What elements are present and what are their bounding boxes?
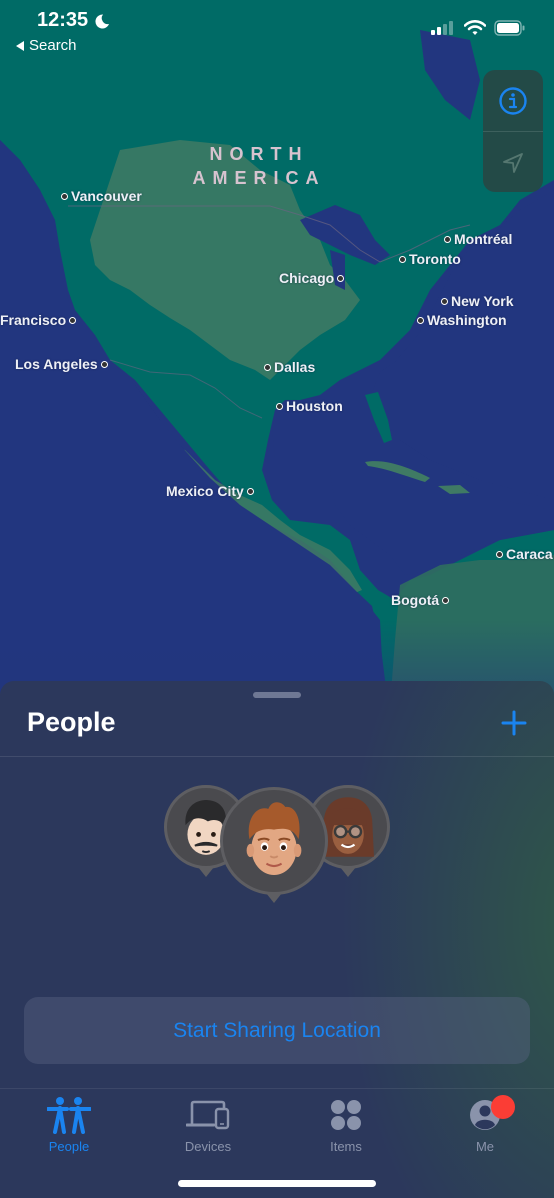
continent-label-line2: AMERICA <box>192 168 326 188</box>
wifi-icon <box>464 20 486 35</box>
city-dot-icon <box>399 255 406 263</box>
city-label: Toronto <box>409 251 461 267</box>
tab-icon-wrap <box>330 1095 362 1135</box>
back-triangle-icon <box>16 40 24 51</box>
city-label: Bogotá <box>391 592 440 608</box>
info-icon <box>499 86 527 115</box>
avatar-pin-selected[interactable] <box>220 787 328 895</box>
info-button[interactable] <box>483 70 543 131</box>
people-avatars <box>0 785 554 915</box>
city-dot-icon <box>246 487 254 495</box>
memoji-avatar-icon <box>246 802 302 875</box>
tab-devices[interactable]: Devices <box>153 1095 263 1154</box>
tab-label: Items <box>330 1139 362 1154</box>
city-label: Los Angeles <box>15 356 98 372</box>
battery-icon <box>494 20 525 36</box>
city-dot-icon <box>441 297 448 305</box>
map-view[interactable]: NORTH AMERICA Vancouver Montréal Toronto… <box>0 0 554 720</box>
city-dot-icon <box>337 274 345 282</box>
cellular-signal-icon <box>431 21 453 35</box>
city-marker[interactable]: Chicago <box>279 270 345 286</box>
devices-icon <box>186 1100 230 1130</box>
people-icon <box>47 1097 91 1134</box>
city-label: Montréal <box>454 231 513 247</box>
city-marker[interactable]: New York <box>441 293 514 309</box>
city-label: Vancouver <box>71 188 142 204</box>
city-dot-icon <box>264 363 271 371</box>
city-label: New York <box>451 293 514 309</box>
moon-icon <box>95 13 110 28</box>
tab-label: Devices <box>184 1139 232 1154</box>
status-icons <box>430 20 526 36</box>
continent-label-line1: NORTH <box>209 144 309 164</box>
add-person-button[interactable] <box>498 707 530 739</box>
city-marker[interactable]: Houston <box>276 398 343 414</box>
city-label: Dallas <box>274 359 316 375</box>
city-dot-icon <box>100 360 108 368</box>
city-marker[interactable]: Washington <box>417 312 507 328</box>
time-text: 12:35 <box>37 9 89 31</box>
back-to-search[interactable]: Search <box>16 37 77 54</box>
sheet-divider <box>0 756 554 757</box>
location-button[interactable] <box>483 132 543 192</box>
tab-me[interactable]: Me <box>430 1095 540 1154</box>
location-arrow-icon <box>503 152 523 173</box>
city-label: Chicago <box>279 270 335 286</box>
city-dot-icon <box>442 596 450 604</box>
status-bar: 12:35 Search <box>0 0 554 60</box>
city-marker[interactable]: Toronto <box>399 251 461 267</box>
tab-items[interactable]: Items <box>291 1095 401 1154</box>
city-dot-icon <box>496 550 503 558</box>
continent-label: NORTH AMERICA <box>190 142 328 190</box>
city-marker[interactable]: Dallas <box>264 359 315 375</box>
city-marker[interactable]: Los Angeles <box>15 356 108 372</box>
plus-icon <box>501 710 527 736</box>
back-label: Search <box>29 37 77 54</box>
city-dot-icon <box>276 402 283 410</box>
start-sharing-location-label: Start Sharing Location <box>173 1018 381 1042</box>
tab-people[interactable]: People <box>14 1095 124 1154</box>
city-marker[interactable]: Mexico City <box>166 483 254 499</box>
tab-label: Me <box>475 1139 495 1154</box>
city-dot-icon <box>61 192 68 200</box>
items-icon <box>331 1100 361 1130</box>
city-label: Houston <box>286 398 343 414</box>
tab-icon-wrap <box>47 1095 91 1135</box>
sheet-grabber-handle[interactable] <box>253 692 301 698</box>
tab-label: People <box>48 1139 90 1154</box>
city-dot-icon <box>69 316 77 324</box>
notification-badge <box>491 1095 515 1119</box>
status-time: 12:35 <box>37 9 110 32</box>
city-label: Washington <box>427 312 507 328</box>
city-marker[interactable]: Caraca <box>496 546 553 562</box>
map-controls <box>483 70 543 192</box>
city-marker[interactable]: Bogotá <box>391 592 450 608</box>
city-marker[interactable]: Montréal <box>444 231 512 247</box>
city-marker[interactable]: Francisco <box>0 312 77 328</box>
city-marker[interactable]: Vancouver <box>61 188 142 204</box>
city-label: Caraca <box>506 546 553 562</box>
tab-icon-wrap <box>186 1095 230 1135</box>
sheet-title: People <box>27 707 116 737</box>
tab-icon-wrap <box>469 1095 515 1135</box>
city-dot-icon <box>417 316 424 324</box>
city-label: Francisco <box>0 312 67 328</box>
city-dot-icon <box>444 235 451 243</box>
city-label: Mexico City <box>166 483 244 499</box>
home-indicator[interactable] <box>178 1180 376 1187</box>
start-sharing-location-button[interactable]: Start Sharing Location <box>24 997 530 1064</box>
